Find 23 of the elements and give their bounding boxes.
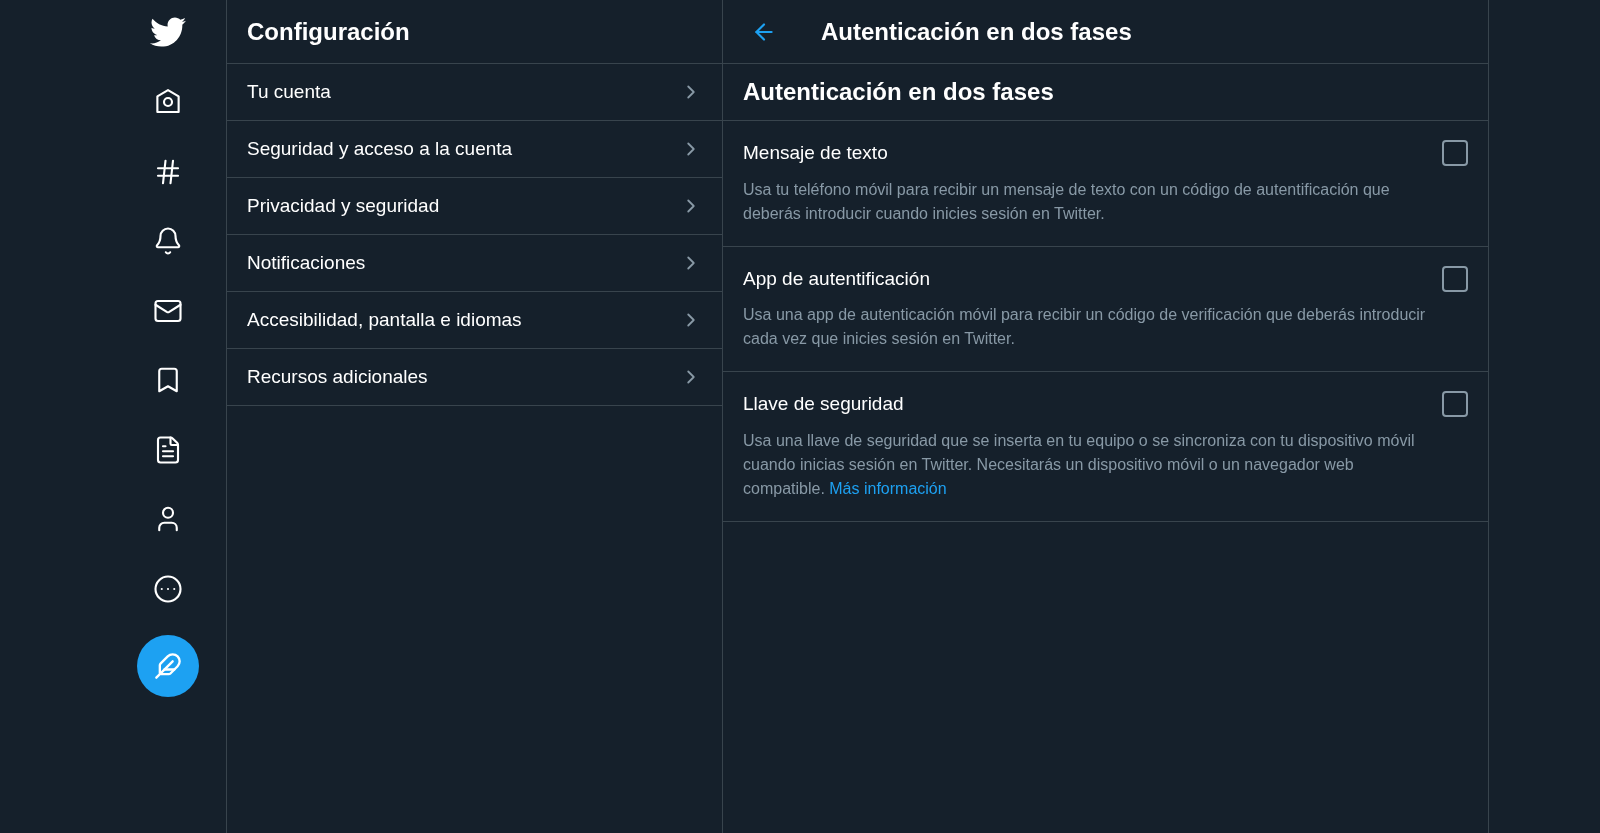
page-title: Autenticación en dos fases [821,16,1132,47]
section-heading: Autenticación en dos fases [743,77,1054,107]
option-description: Usa una llave de seguridad que se inserta en tu equipo o se sincroniza con tu dispositivo móvil cuando inicias sesión en Twitter. Necesitarás un dispositivo móvil o un navegador web compatible. Más información [743,430,1416,499]
settings-menu-item[interactable]: Notificaciones [227,235,722,292]
option-checkbox[interactable] [1442,140,1468,167]
more-icon[interactable] [153,573,183,604]
settings-title: Configuración [247,16,410,47]
more-info-link[interactable]: Más información [829,479,947,497]
settings-menu-item[interactable]: Accesibilidad, pantalla e idiomas [227,292,722,349]
settings-menu-item[interactable]: Recursos adicionales [227,349,722,406]
option-title: App de autentificación [743,266,930,291]
settings-menu-item[interactable]: Privacidad y seguridad [227,178,722,235]
bird-logo-icon[interactable] [150,14,186,50]
option-title: Mensaje de texto [743,141,888,165]
option-checkbox[interactable] [1442,391,1468,418]
settings-menu-item[interactable]: Tu cuenta [227,64,722,121]
option-title: Llave de seguridad [743,392,904,416]
option-description: Usa tu teléfono móvil para recibir un mensaje de texto con un código de autentificación que deberás introducir cuando inicies sesión en Twitter. [743,179,1391,224]
option-description: Usa una app de autenticación móvil para recibir un código de verificación que deberás introducir cada vez que inicies sesión en Twitter. [743,305,1427,349]
bell-icon[interactable] [153,226,183,256]
option-checkbox[interactable] [1442,265,1468,292]
feather-icon [154,651,182,680]
settings-menu-item[interactable]: Seguridad y acceso a la cuenta [227,121,722,178]
